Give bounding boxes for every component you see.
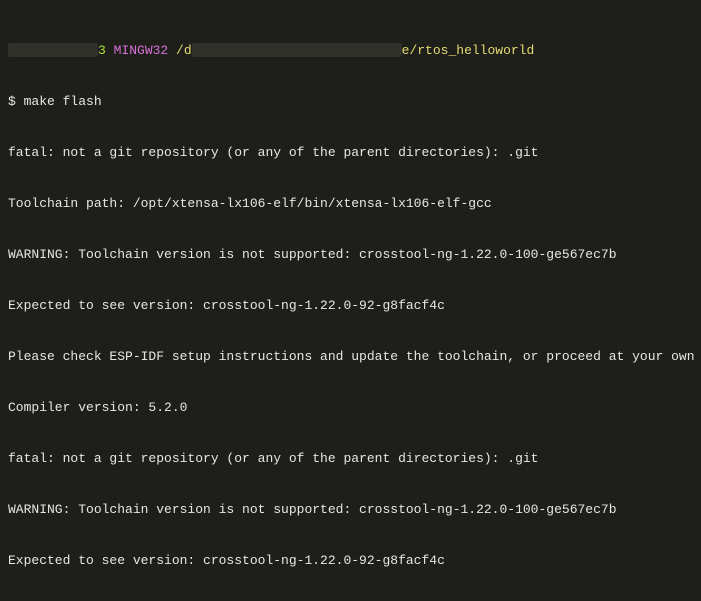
output-line: fatal: not a git repository (or any of t…	[8, 144, 693, 161]
output-line: WARNING: Toolchain version is not suppor…	[8, 246, 693, 263]
output-line: Expected to see version: crosstool-ng-1.…	[8, 297, 693, 314]
output-line: WARNING: Toolchain version is not suppor…	[8, 501, 693, 518]
output-line: fatal: not a git repository (or any of t…	[8, 450, 693, 467]
prompt-line: 3 MINGW32 /de/rtos_helloworld	[8, 42, 693, 59]
output-line: Expected to see version: crosstool-ng-1.…	[8, 552, 693, 569]
prompt-symbol: $	[8, 94, 16, 109]
output-line: Toolchain path: /opt/xtensa-lx106-elf/bi…	[8, 195, 693, 212]
shell-env: MINGW32	[114, 43, 169, 58]
redacted-user	[8, 43, 98, 57]
command-line: $ make flash	[8, 93, 693, 110]
output-line: Please check ESP-IDF setup instructions …	[8, 348, 693, 365]
output-line: Compiler version: 5.2.0	[8, 399, 693, 416]
terminal-window[interactable]: 3 MINGW32 /de/rtos_helloworld $ make fla…	[0, 0, 701, 601]
redacted-path	[192, 43, 402, 57]
user-host: 3	[8, 43, 106, 58]
command-text: make flash	[24, 94, 102, 109]
cwd-path: /de/rtos_helloworld	[176, 43, 534, 58]
